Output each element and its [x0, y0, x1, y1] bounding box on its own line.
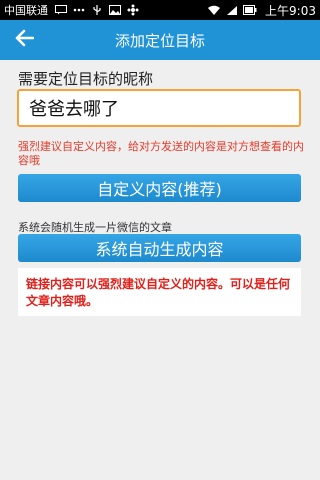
title-bar: 添加定位目标 [0, 20, 320, 60]
clock: 上午9:03 [265, 3, 316, 18]
status-bar: 中国联通 上午9:03 [0, 0, 320, 20]
flower-icon [126, 4, 140, 16]
arrow-left-icon [14, 29, 35, 51]
custom-content-button[interactable]: 自定义内容(推荐) [18, 174, 301, 202]
nickname-input[interactable] [17, 89, 301, 127]
nickname-label: 需要定位目标的昵称 [18, 70, 154, 88]
auto-generate-button[interactable]: 系统自动生成内容 [18, 234, 301, 262]
signal-icon [225, 4, 239, 16]
message-icon [54, 4, 68, 16]
image-icon [108, 4, 122, 16]
carrier-label: 中国联通 [4, 4, 48, 17]
back-button[interactable] [8, 26, 40, 54]
link-notice: 链接内容可以强烈建议自定义的内容。可以是任何文章内容哦。 [18, 268, 301, 316]
page-title: 添加定位目标 [114, 31, 205, 50]
auto-content-hint: 系统会随机生成一片微信的文章 [18, 221, 172, 234]
wifi-icon [207, 4, 221, 16]
custom-content-hint: 强烈建议自定义内容，给对方发送的内容是对方想查看的内容哦 [18, 140, 304, 167]
dots-icon [72, 4, 86, 16]
battery-icon [243, 4, 257, 16]
usb-icon [90, 4, 104, 16]
